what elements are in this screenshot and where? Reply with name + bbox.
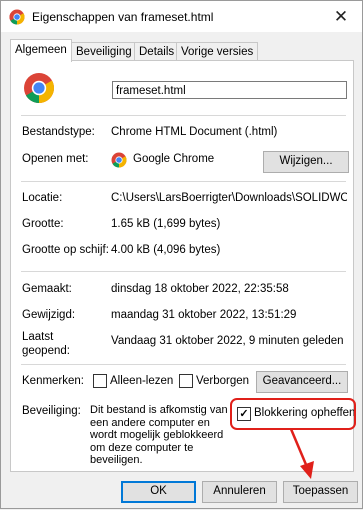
size-on-disk-label: Grootte op schijf: xyxy=(22,244,109,256)
readonly-label: Alleen-lezen xyxy=(110,375,174,387)
cancel-button[interactable]: Annuleren xyxy=(202,481,277,503)
hidden-checkbox[interactable] xyxy=(179,374,193,388)
opens-with-value: Google Chrome xyxy=(133,153,215,165)
location-value: C:\Users\LarsBoerrigter\Downloads\SOLIDW… xyxy=(111,192,347,204)
change-button[interactable]: Wijzigen... xyxy=(263,151,349,173)
chrome-file-icon xyxy=(24,73,55,103)
divider xyxy=(21,181,346,182)
chrome-small-icon xyxy=(111,152,127,168)
file-type-value: Chrome HTML Document (.html) xyxy=(111,126,278,138)
tab-general-label: Algemeen xyxy=(15,44,67,56)
tab-previous-versions[interactable]: Vorige versies xyxy=(176,42,259,61)
security-text-line: beveiligen. xyxy=(90,454,143,467)
annotation-highlight-box xyxy=(230,398,356,430)
size-label: Grootte: xyxy=(22,218,64,230)
advanced-button[interactable]: Geavanceerd... xyxy=(256,371,348,393)
tab-details[interactable]: Details xyxy=(134,42,180,61)
divider xyxy=(21,115,346,116)
security-label: Beveiliging: xyxy=(22,405,81,417)
close-button[interactable]: ✕ xyxy=(331,7,351,27)
modified-label: Gewijzigd: xyxy=(22,309,76,321)
file-type-label: Bestandstype: xyxy=(22,126,95,138)
modified-value: maandag 31 oktober 2022, 13:51:29 xyxy=(111,309,297,321)
created-label: Gemaakt: xyxy=(22,283,72,295)
tab-security-label: Beveiliging xyxy=(76,46,132,58)
tab-security[interactable]: Beveiliging xyxy=(71,42,137,61)
security-text-line: een andere computer en xyxy=(90,416,210,429)
security-text-line: om deze computer te xyxy=(90,441,194,454)
accessed-label: Laatst xyxy=(22,331,54,343)
properties-dialog: Eigenschappen van frameset.html ✕ Algeme… xyxy=(0,0,363,509)
size-value: 1.65 kB (1,699 bytes) xyxy=(111,218,221,230)
location-label: Locatie: xyxy=(22,192,63,204)
security-warning-text: Dit bestand is afkomstig van een andere … xyxy=(90,404,230,467)
accessed-label-2: geopend: xyxy=(22,345,70,357)
chrome-logo-icon xyxy=(9,9,25,25)
created-value: dinsdag 18 oktober 2022, 22:35:58 xyxy=(111,283,289,295)
security-text-line: wordt mogelijk geblokkeerd xyxy=(90,429,224,442)
security-text-line: Dit bestand is afkomstig van xyxy=(90,404,228,416)
ok-button[interactable]: OK xyxy=(121,481,196,503)
attributes-label: Kenmerken: xyxy=(22,375,85,387)
tab-previous-versions-label: Vorige versies xyxy=(181,46,254,58)
tab-details-label: Details xyxy=(139,46,175,58)
divider xyxy=(21,271,346,272)
divider xyxy=(21,364,346,365)
title-bar[interactable]: Eigenschappen van frameset.html ✕ xyxy=(1,1,362,32)
accessed-value: Vandaag 31 oktober 2022, 9 minuten geled… xyxy=(111,335,344,347)
size-on-disk-value: 4.00 kB (4,096 bytes) xyxy=(111,244,221,256)
close-icon: ✕ xyxy=(333,7,349,26)
tab-general[interactable]: Algemeen xyxy=(10,39,72,62)
readonly-checkbox[interactable] xyxy=(93,374,107,388)
opens-with-label: Openen met: xyxy=(22,153,89,165)
hidden-label: Verborgen xyxy=(196,375,250,387)
file-name-input[interactable]: frameset.html xyxy=(112,81,347,99)
apply-button[interactable]: Toepassen xyxy=(283,481,358,503)
window-title: Eigenschappen van frameset.html xyxy=(32,10,214,24)
